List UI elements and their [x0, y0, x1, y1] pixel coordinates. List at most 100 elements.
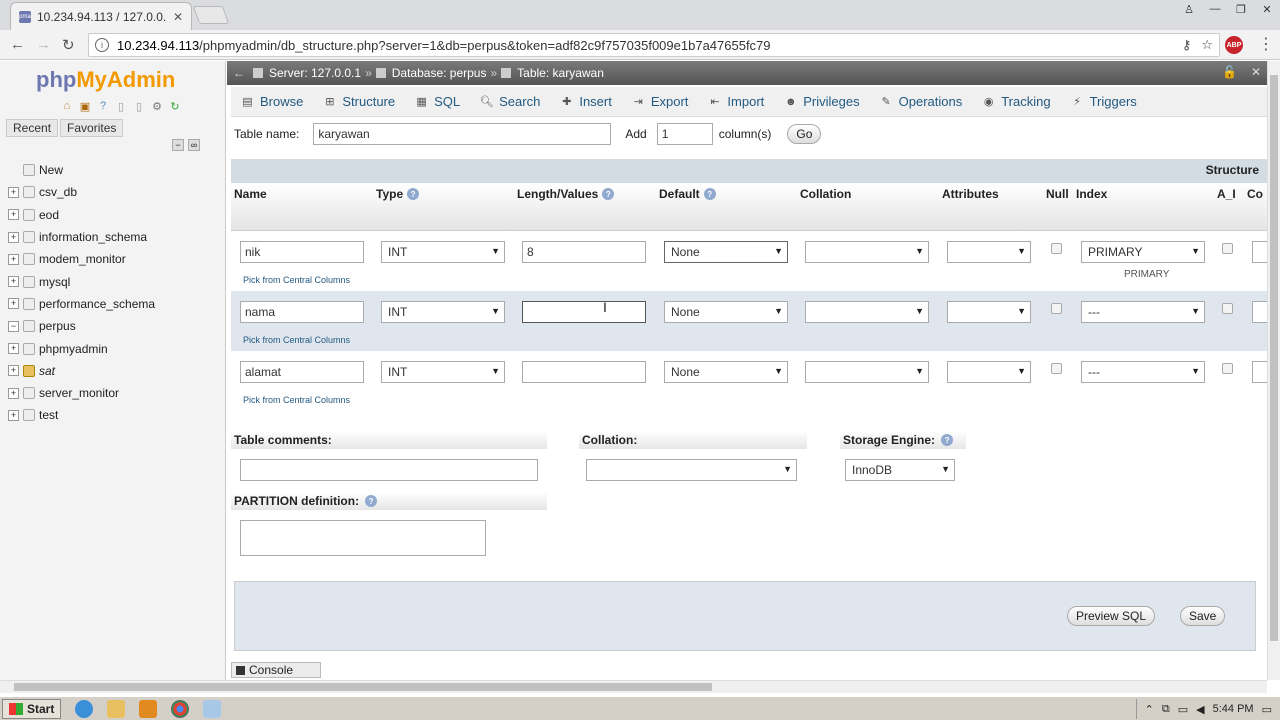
field-index-select[interactable]: --- ▼: [1081, 361, 1205, 383]
scrollbar-thumb[interactable]: [1270, 75, 1278, 641]
field-default-select[interactable]: None ▼: [664, 361, 788, 383]
add-columns-input[interactable]: [656, 123, 713, 145]
pick-central-columns-link[interactable]: Pick from Central Columns: [243, 395, 350, 405]
expand-icon[interactable]: +: [8, 209, 19, 221]
field-type-select[interactable]: INT ▼: [381, 301, 505, 323]
logout-icon[interactable]: ▣: [78, 99, 92, 113]
field-type-select[interactable]: INT ▼: [381, 241, 505, 263]
tab-tracking[interactable]: ◉ Tracking: [972, 87, 1060, 117]
docs-icon[interactable]: ▯: [114, 99, 128, 113]
help-icon[interactable]: ?: [96, 99, 110, 113]
favorites-tab[interactable]: Favorites: [60, 119, 124, 137]
field-attributes-select[interactable]: ▼: [947, 301, 1031, 323]
go-button[interactable]: Go: [787, 124, 822, 144]
field-default-select[interactable]: None ▼: [664, 301, 788, 323]
menu-dots-icon[interactable]: ⋮: [1258, 34, 1274, 54]
scrollbar-thumb[interactable]: [14, 683, 712, 691]
expand-icon[interactable]: +: [8, 343, 19, 355]
tab-browse[interactable]: ▤ Browse: [231, 87, 313, 117]
db-item-csv-db[interactable]: + csv_db: [0, 181, 226, 203]
db-item-perpus[interactable]: − perpus: [0, 315, 226, 337]
minimize-icon[interactable]: —: [1202, 0, 1228, 18]
tab-insert[interactable]: ✚ Insert: [550, 87, 622, 117]
expand-icon[interactable]: +: [8, 276, 19, 288]
field-length-input[interactable]: [522, 241, 646, 263]
expand-icon[interactable]: +: [8, 365, 19, 377]
field-collation-select[interactable]: ▼: [805, 301, 929, 323]
help-icon[interactable]: ?: [941, 434, 954, 446]
star-icon[interactable]: ☆: [1201, 37, 1213, 53]
refresh-icon[interactable]: ↻: [168, 99, 182, 113]
field-ai-checkbox[interactable]: [1222, 363, 1233, 374]
field-type-select[interactable]: INT ▼: [381, 361, 505, 383]
pick-central-columns-link[interactable]: Pick from Central Columns: [243, 275, 350, 285]
storage-engine-select[interactable]: InnoDB ▼: [845, 459, 955, 481]
field-name-input[interactable]: [240, 241, 364, 263]
help-icon[interactable]: ?: [703, 188, 716, 200]
window-close-icon[interactable]: ✕: [1254, 0, 1280, 18]
db-item-modem-monitor[interactable]: + modem_monitor: [0, 248, 226, 270]
breadcrumb-table[interactable]: Table: karyawan: [517, 66, 604, 80]
db-item-test[interactable]: + test: [0, 404, 226, 426]
tab-import[interactable]: ⇤ Import: [698, 87, 774, 117]
tab-triggers[interactable]: ⚡︎ Triggers: [1061, 87, 1147, 117]
key-icon[interactable]: ⚷: [1182, 37, 1192, 53]
field-ai-checkbox[interactable]: [1222, 243, 1233, 254]
field-null-checkbox[interactable]: [1051, 303, 1062, 314]
breadcrumb-database[interactable]: Database: perpus: [392, 66, 487, 80]
expand-icon[interactable]: +: [8, 387, 19, 399]
db-item-sat[interactable]: + sat: [0, 360, 226, 382]
field-name-input[interactable]: [240, 361, 364, 383]
reload-icon[interactable]: ↻: [62, 36, 75, 54]
expand-icon[interactable]: +: [8, 231, 19, 243]
help-icon[interactable]: ?: [365, 495, 378, 507]
settings-icon[interactable]: ⚙: [150, 99, 164, 113]
field-index-select[interactable]: --- ▼: [1081, 301, 1205, 323]
close-panel-icon[interactable]: ✕: [1251, 65, 1261, 79]
monitor-icon[interactable]: ▭: [1178, 703, 1188, 716]
tab-privileges[interactable]: ☻ Privileges: [774, 87, 869, 117]
explorer-icon[interactable]: [107, 699, 126, 718]
recent-tab[interactable]: Recent: [6, 119, 59, 137]
clock[interactable]: 5:44 PM: [1213, 703, 1254, 715]
tray-arrow-icon[interactable]: ⌃: [1145, 703, 1154, 716]
adblock-icon[interactable]: ABP: [1225, 36, 1243, 54]
db-item-new[interactable]: New: [0, 159, 226, 181]
phpmyadmin-logo[interactable]: phpMyAdmin: [36, 67, 175, 93]
tab-structure[interactable]: ⊞ Structure: [313, 87, 405, 117]
docs2-icon[interactable]: ▯: [132, 99, 146, 113]
table-collation-select[interactable]: ▼: [586, 459, 797, 481]
start-button[interactable]: Start: [2, 698, 62, 719]
expand-icon[interactable]: +: [8, 253, 19, 265]
db-item-performance-schema[interactable]: + performance_schema: [0, 293, 226, 315]
forward-arrow-icon[interactable]: →: [36, 36, 51, 53]
pick-central-columns-link[interactable]: Pick from Central Columns: [243, 335, 350, 345]
save-button[interactable]: Save: [1180, 606, 1226, 626]
network-icon[interactable]: ⧉: [1162, 703, 1170, 716]
field-length-input[interactable]: [522, 301, 646, 323]
field-null-checkbox[interactable]: [1051, 363, 1062, 374]
tab-operations[interactable]: ✎ Operations: [870, 87, 973, 117]
close-icon[interactable]: ✕: [173, 10, 183, 24]
breadcrumb-server[interactable]: Server: 127.0.0.1: [269, 66, 361, 80]
show-desktop-icon[interactable]: ▭: [1262, 703, 1272, 716]
info-icon[interactable]: i: [95, 38, 109, 52]
collapse-all-icon[interactable]: −: [172, 139, 184, 151]
link-icon[interactable]: ∞: [188, 139, 200, 151]
back-icon[interactable]: ←: [233, 66, 249, 80]
ie-icon[interactable]: [75, 699, 94, 718]
vertical-scrollbar[interactable]: [1267, 61, 1280, 680]
notepad-icon[interactable]: [203, 699, 222, 718]
db-item-server-monitor[interactable]: + server_monitor: [0, 382, 226, 404]
db-item-information-schema[interactable]: + information_schema: [0, 226, 226, 248]
tab-search[interactable]: 🔍︎ Search: [470, 87, 550, 117]
horizontal-scrollbar[interactable]: [0, 680, 1267, 693]
db-item-eod[interactable]: + eod: [0, 204, 226, 226]
expand-icon[interactable]: +: [8, 186, 19, 198]
volume-icon[interactable]: ◀: [1196, 703, 1204, 716]
field-collation-select[interactable]: ▼: [805, 361, 929, 383]
tab-export[interactable]: ⇥ Export: [622, 87, 699, 117]
preview-sql-button[interactable]: Preview SQL: [1067, 606, 1156, 626]
expand-icon[interactable]: +: [8, 298, 19, 310]
help-icon[interactable]: ?: [602, 188, 615, 200]
